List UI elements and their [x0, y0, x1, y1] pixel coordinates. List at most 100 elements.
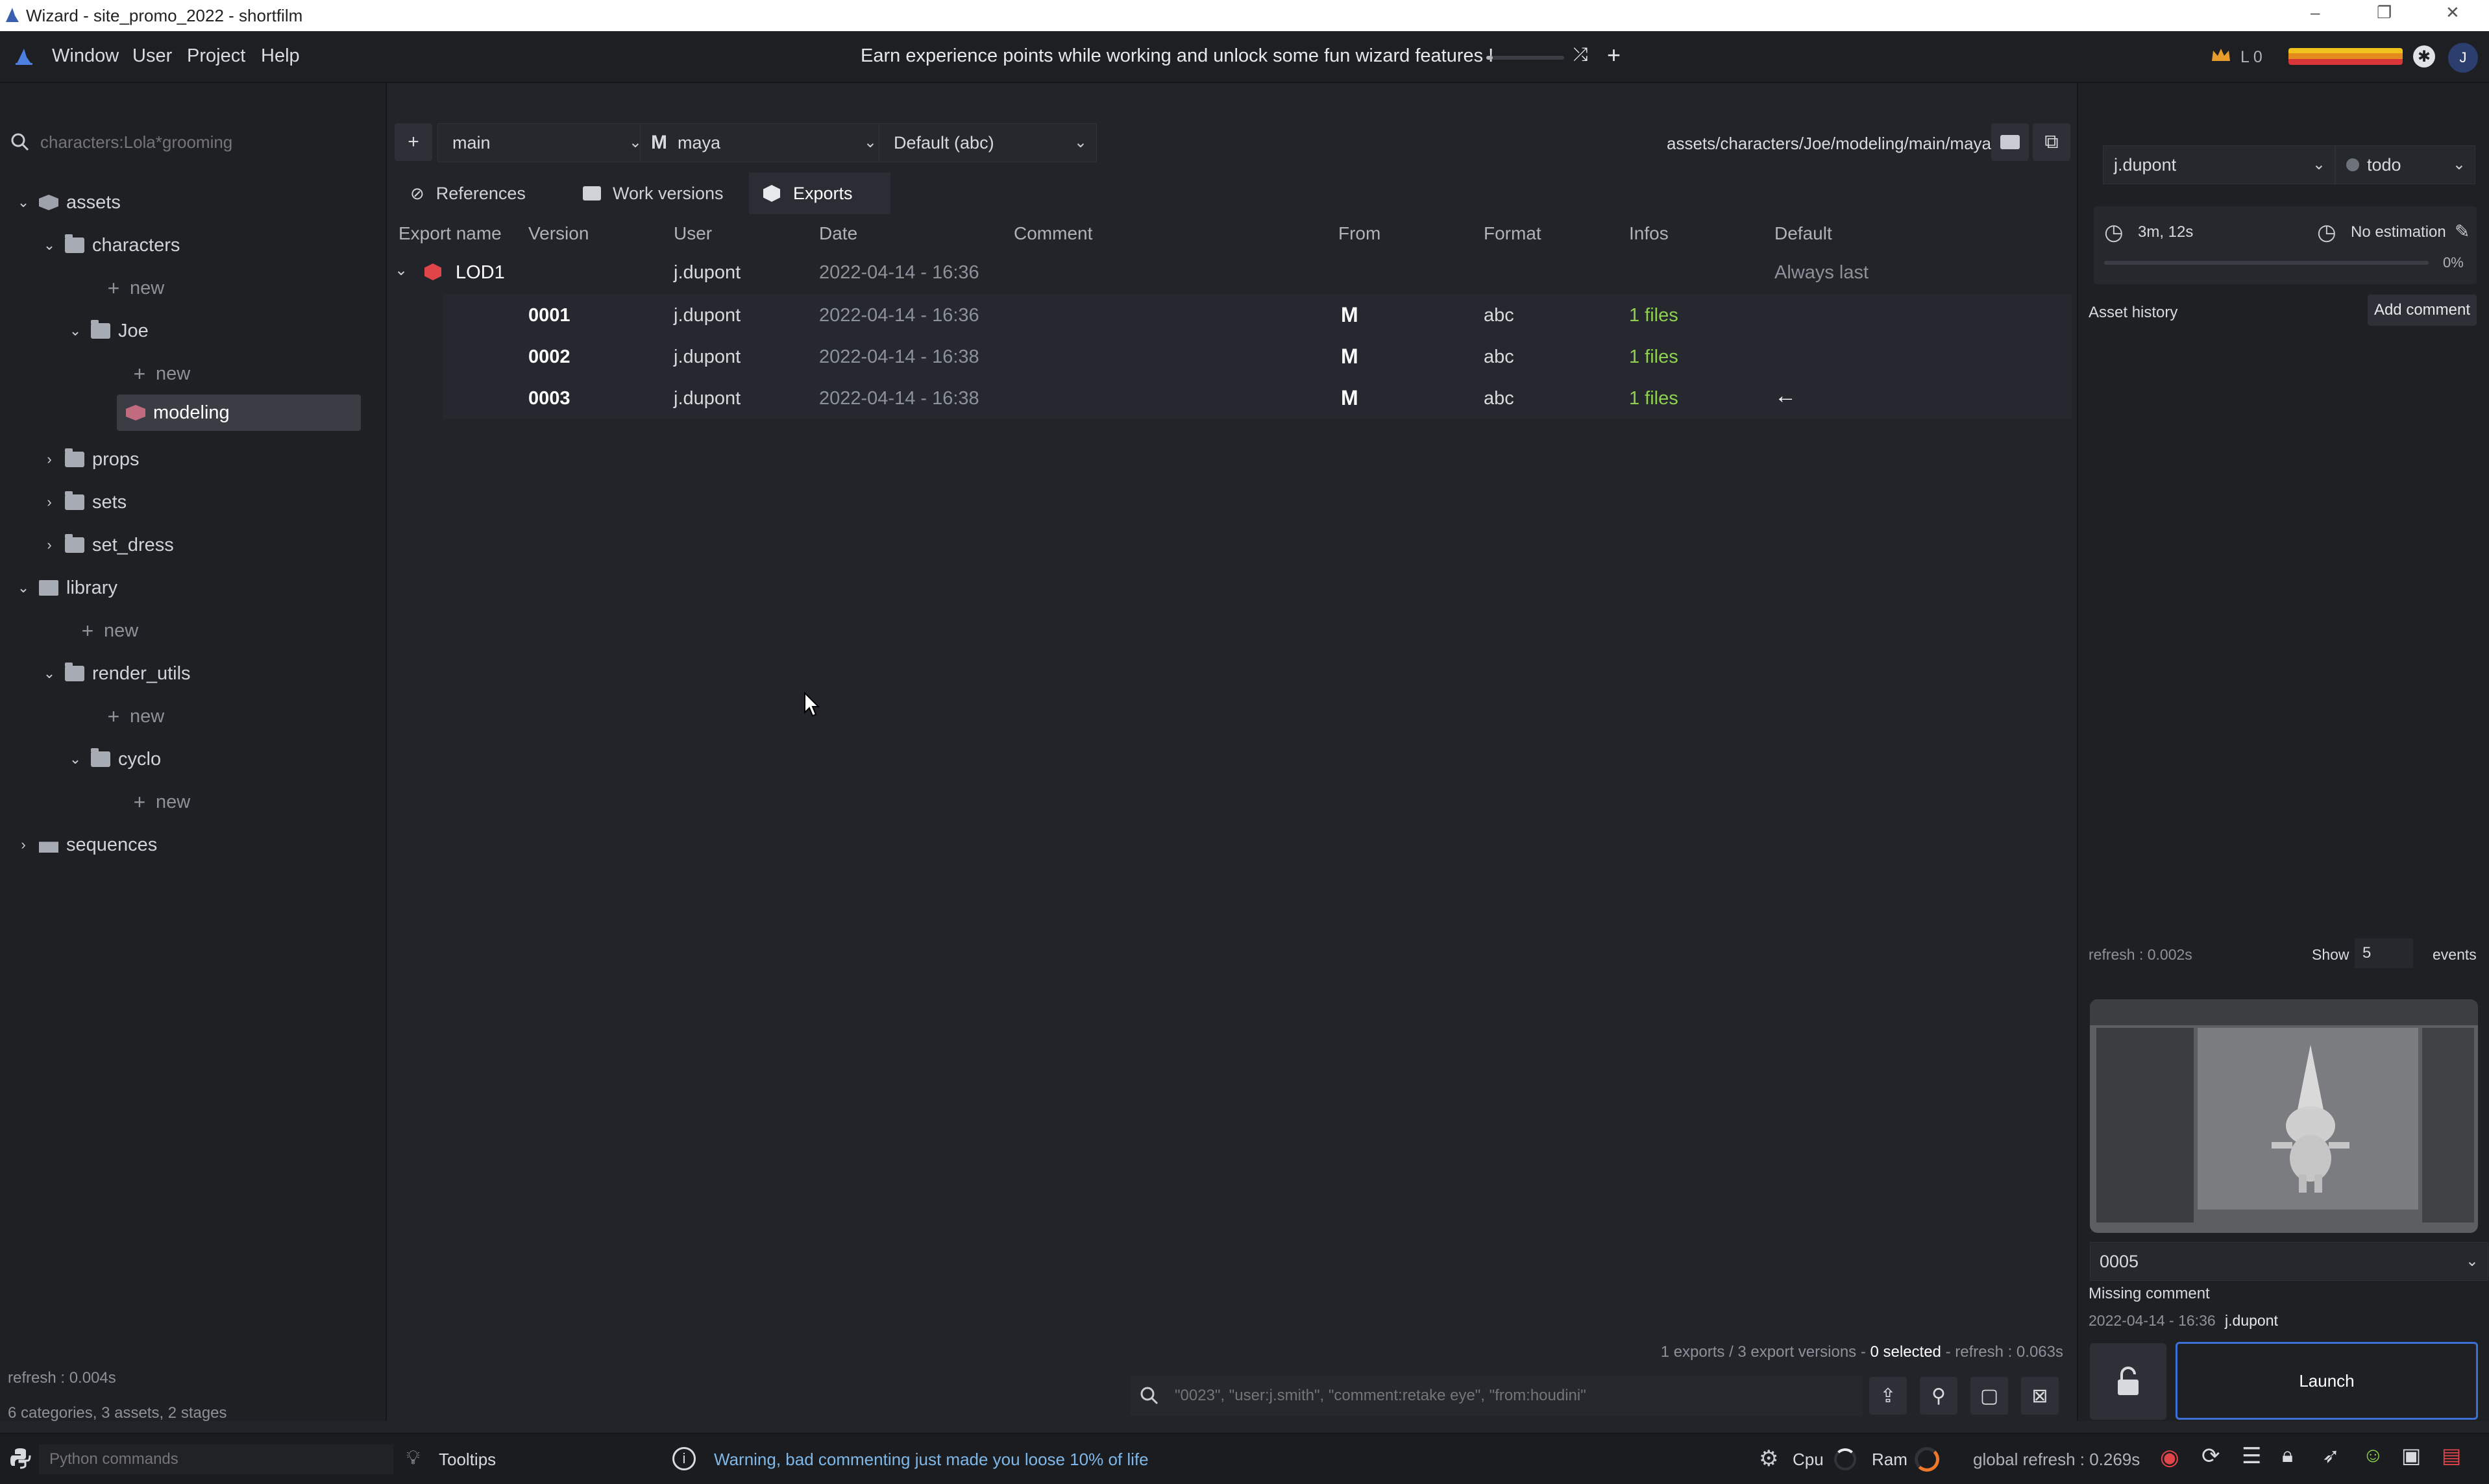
tree-search-input[interactable]: [39, 128, 376, 156]
table-row[interactable]: 0003 j.dupont 2022-04-14 - 16:38 M abc 1…: [443, 377, 2072, 419]
launch-rocket-button[interactable]: ⚲: [1920, 1377, 1957, 1415]
info-icon: i: [672, 1447, 696, 1470]
chevron-down-icon[interactable]: ⌄: [40, 665, 58, 682]
tree-item-assets[interactable]: ⌄ assets: [14, 183, 121, 222]
manager-button[interactable]: ⧉: [2033, 123, 2070, 161]
chevron-down-icon[interactable]: ⌄: [66, 751, 84, 768]
row-infos[interactable]: 1 files: [1629, 305, 1678, 326]
user-avatar[interactable]: J: [2448, 43, 2478, 73]
chevron-down-icon[interactable]: ⌄: [66, 322, 84, 339]
column-user[interactable]: User: [674, 223, 712, 244]
version-meta: 2022-04-14 - 16:36 j.dupont: [2089, 1312, 2278, 1329]
menu-user[interactable]: User: [132, 45, 172, 67]
shuffle-icon[interactable]: ⤮: [1573, 44, 1594, 65]
tree-new-asset[interactable]: + new: [97, 697, 165, 736]
event-count-input[interactable]: [2355, 938, 2413, 968]
version-thumbnail[interactable]: [2090, 999, 2478, 1233]
tree-item-sets[interactable]: › sets: [40, 483, 127, 522]
tree-item-joe[interactable]: ⌄ Joe: [66, 311, 149, 350]
upload-export-button[interactable]: ⇪: [1869, 1377, 1907, 1415]
team-icon[interactable]: ☺: [2362, 1443, 2384, 1467]
chevron-down-icon[interactable]: ⌄: [395, 261, 408, 280]
exports-panel: + main ⌄ M maya ⌄ Default (abc) ⌄ assets/ch…: [388, 83, 2076, 1421]
state-select[interactable]: todo ⌄: [2335, 145, 2475, 184]
launch-button[interactable]: Launch: [2176, 1342, 2478, 1420]
tree-new-stage[interactable]: + new: [123, 783, 191, 821]
tree-item-library[interactable]: ⌄ library: [14, 568, 117, 607]
search-icon: [1140, 1386, 1159, 1405]
column-infos[interactable]: Infos: [1629, 223, 1669, 244]
apps-icon[interactable]: ▣: [2401, 1443, 2421, 1468]
column-comment[interactable]: Comment: [1014, 223, 1092, 244]
chevron-right-icon[interactable]: ›: [14, 836, 32, 853]
tree-item-set-dress[interactable]: › set_dress: [40, 526, 174, 565]
software-select[interactable]: M maya ⌄: [640, 123, 887, 162]
chevron-right-icon[interactable]: ›: [40, 494, 58, 511]
tree-item-cyclo[interactable]: ⌄ cyclo: [66, 740, 161, 779]
edit-estimation-icon[interactable]: ✎: [2455, 221, 2470, 242]
lock-button[interactable]: [2090, 1343, 2166, 1420]
tree-new-asset[interactable]: + new: [97, 269, 165, 308]
add-icon[interactable]: +: [1607, 42, 1628, 68]
python-command-input[interactable]: [39, 1444, 393, 1474]
column-format[interactable]: Format: [1484, 223, 1541, 244]
promo-slider[interactable]: [1486, 56, 1564, 60]
plus-icon: +: [107, 276, 120, 300]
add-variant-button[interactable]: +: [395, 123, 432, 161]
settings-icon[interactable]: ✱: [2413, 45, 2435, 67]
minimize-button[interactable]: –: [2311, 3, 2320, 23]
export-format-select[interactable]: Default (abc) ⌄: [879, 123, 1097, 162]
chevron-down-icon[interactable]: ⌄: [14, 579, 32, 596]
menu-help[interactable]: Help: [261, 45, 300, 67]
export-group-row[interactable]: ⌄ LOD1 j.dupont 2022-04-14 - 16:36 Alway…: [388, 252, 2076, 292]
assignee-select[interactable]: j.dupont ⌄: [2103, 145, 2335, 184]
tree-item-render-utils[interactable]: ⌄ render_utils: [40, 654, 191, 693]
export-filter-input[interactable]: [1173, 1382, 1848, 1409]
restore-button[interactable]: ❐: [2377, 3, 2392, 23]
open-folder-button[interactable]: [1991, 123, 2029, 161]
menu-project[interactable]: Project: [187, 45, 245, 67]
menu-window[interactable]: Window: [52, 45, 119, 67]
batch-button[interactable]: ⊠: [2021, 1377, 2059, 1415]
cpu-label: Cpu: [1793, 1450, 1824, 1469]
chevron-right-icon[interactable]: ›: [40, 537, 58, 553]
tree-item-modeling[interactable]: modeling: [117, 395, 361, 431]
column-default[interactable]: Default: [1774, 223, 1832, 244]
row-infos[interactable]: 1 files: [1629, 347, 1678, 368]
tab-references[interactable]: ⊘ References: [395, 173, 566, 214]
estimation[interactable]: No estimation: [2351, 223, 2446, 241]
column-from[interactable]: From: [1338, 223, 1380, 244]
tooltips-toggle[interactable]: Tooltips: [439, 1450, 496, 1470]
tree-summary: 6 categories, 3 assets, 2 stages: [8, 1404, 227, 1422]
chevron-right-icon[interactable]: ›: [40, 451, 58, 468]
tree-item-characters[interactable]: ⌄ characters: [40, 226, 180, 265]
variant-select[interactable]: main ⌄: [437, 123, 652, 162]
lock-icon[interactable]: 🔒︎: [2282, 1443, 2293, 1468]
table-row[interactable]: 0002 j.dupont 2022-04-14 - 16:38 M abc 1…: [443, 335, 2072, 377]
plus-icon: +: [133, 361, 146, 385]
rss-icon[interactable]: ◉: [2160, 1444, 2179, 1470]
notifications-icon[interactable]: ▤: [2442, 1443, 2461, 1468]
version-select[interactable]: 0005 ⌄: [2090, 1242, 2488, 1281]
refresh-icon[interactable]: ⟳: [2201, 1443, 2220, 1469]
archive-button[interactable]: ▢: [1970, 1377, 2008, 1415]
tab-work-versions[interactable]: Work versions: [567, 173, 762, 214]
tree-new-stage[interactable]: + new: [123, 354, 191, 393]
rocket-icon[interactable]: ➶: [2322, 1443, 2340, 1468]
close-window-button[interactable]: ✕: [2446, 3, 2460, 23]
row-infos[interactable]: 1 files: [1629, 388, 1678, 409]
column-export-name[interactable]: Export name: [398, 223, 502, 244]
tab-exports[interactable]: Exports: [749, 173, 890, 214]
table-row[interactable]: 0001 j.dupont 2022-04-14 - 16:36 M abc 1…: [443, 294, 2072, 335]
sliders-icon[interactable]: ☰: [2242, 1443, 2261, 1469]
life-bar: [2288, 48, 2403, 65]
tree-item-sequences[interactable]: › sequences: [14, 825, 157, 864]
add-comment-button[interactable]: Add comment: [2368, 295, 2477, 326]
chevron-down-icon[interactable]: ⌄: [40, 237, 58, 254]
tree-item-props[interactable]: › props: [40, 440, 140, 479]
chevron-down-icon[interactable]: ⌄: [14, 194, 32, 211]
column-date[interactable]: Date: [819, 223, 857, 244]
rocket-icon: ⚲: [1931, 1385, 1946, 1407]
column-version[interactable]: Version: [528, 223, 589, 244]
tree-new-category[interactable]: + new: [71, 611, 139, 650]
